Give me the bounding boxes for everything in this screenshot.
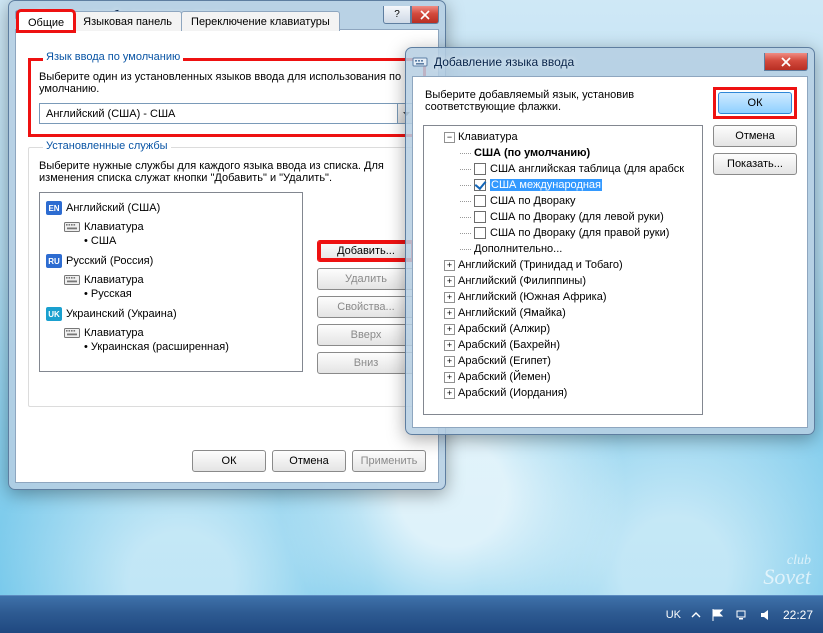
tree-default-layout[interactable]: США (по умолчанию)	[428, 145, 703, 161]
titlebar[interactable]: Добавление языка ввода	[406, 48, 814, 76]
close-icon	[780, 57, 792, 67]
service-language[interactable]: ENАнглийский (США)	[46, 200, 296, 216]
tree-language-item[interactable]: +Арабский (Йемен)	[428, 369, 703, 385]
tray-language[interactable]: UK	[666, 609, 681, 621]
tree-more[interactable]: Дополнительно...	[428, 241, 703, 257]
checkbox[interactable]	[474, 179, 486, 191]
add-button[interactable]: Добавить...	[317, 240, 415, 262]
tree-language-item[interactable]: +Арабский (Алжир)	[428, 321, 703, 337]
tray-chevron-icon[interactable]	[691, 608, 701, 622]
cancel-button[interactable]: Отмена	[272, 450, 346, 472]
show-button[interactable]: Показать...	[713, 153, 797, 175]
checkbox[interactable]	[474, 195, 486, 207]
tab-switch[interactable]: Переключение клавиатуры	[181, 11, 340, 31]
service-layout[interactable]: Русская	[84, 288, 296, 303]
default-language-value: Английский (США) - США	[40, 108, 397, 120]
checkbox[interactable]	[474, 227, 486, 239]
tree-language-item[interactable]: +Английский (Филиппины)	[428, 273, 703, 289]
network-icon[interactable]	[735, 608, 749, 622]
service-language[interactable]: RUРусский (Россия)	[46, 253, 296, 269]
tab-langbar[interactable]: Языковая панель	[73, 11, 182, 31]
add-language-desc: Выберите добавляемый язык, установив соо…	[425, 89, 697, 113]
help-button[interactable]: ?	[383, 6, 411, 24]
close-button[interactable]	[411, 6, 439, 24]
add-language-window: Добавление языка ввода Выберите добавляе…	[405, 47, 815, 435]
services-desc: Выберите нужные службы для каждого языка…	[39, 160, 415, 184]
properties-button: Свойства...	[317, 296, 415, 318]
down-button: Вниз	[317, 352, 415, 374]
service-keyboard: Клавиатура	[64, 219, 296, 235]
ok-highlight: ОК	[713, 87, 797, 119]
taskbar[interactable]: UK 22:27	[0, 595, 823, 633]
default-language-group: Язык ввода по умолчанию Выберите один из…	[28, 58, 426, 137]
default-language-desc: Выберите один из установленных языков вв…	[39, 71, 415, 95]
close-icon	[420, 10, 430, 20]
lang-services-window: Языки и службы текстового ввода ? Общие …	[8, 0, 446, 490]
installed-services-tree[interactable]: ENАнглийский (США)КлавиатураСШАRUРусский…	[39, 192, 303, 372]
tabstrip: Общие Языковая панель Переключение клави…	[18, 11, 339, 31]
system-tray[interactable]: UK 22:27	[656, 608, 823, 622]
tree-layout-item[interactable]: США международная	[428, 177, 703, 193]
tree-language-item[interactable]: +Английский (Ямайка)	[428, 305, 703, 321]
flag-icon[interactable]	[711, 608, 725, 622]
checkbox[interactable]	[474, 163, 486, 175]
tree-language-item[interactable]: +Арабский (Иордания)	[428, 385, 703, 401]
ok-button[interactable]: ОК	[718, 92, 792, 114]
tree-layout-item[interactable]: США по Двораку (для правой руки)	[428, 225, 703, 241]
tree-layout-item[interactable]: США по Двораку	[428, 193, 703, 209]
ok-button[interactable]: ОК	[192, 450, 266, 472]
up-button: Вверх	[317, 324, 415, 346]
tree-language-item[interactable]: +Арабский (Египет)	[428, 353, 703, 369]
service-keyboard: Клавиатура	[64, 325, 296, 341]
window-title: Добавление языка ввода	[434, 55, 574, 69]
service-keyboard: Клавиатура	[64, 272, 296, 288]
tree-language-item[interactable]: +Английский (Южная Африка)	[428, 289, 703, 305]
group-title: Язык ввода по умолчанию	[43, 51, 183, 63]
sound-icon[interactable]	[759, 608, 773, 622]
tree-language-item[interactable]: +Арабский (Бахрейн)	[428, 337, 703, 353]
installed-services-group: Установленные службы Выберите нужные слу…	[28, 147, 426, 407]
service-language[interactable]: UKУкраинский (Украина)	[46, 306, 296, 322]
tree-layout-item[interactable]: США английская таблица (для арабск	[428, 161, 703, 177]
remove-button: Удалить	[317, 268, 415, 290]
close-button[interactable]	[764, 53, 808, 71]
tree-layout-item[interactable]: США по Двораку (для левой руки)	[428, 209, 703, 225]
desktop: Языки и службы текстового ввода ? Общие …	[0, 0, 823, 633]
service-layout[interactable]: Украинская (расширенная)	[84, 341, 296, 356]
group-title: Установленные службы	[43, 140, 171, 152]
checkbox[interactable]	[474, 211, 486, 223]
cancel-button[interactable]: Отмена	[713, 125, 797, 147]
apply-button: Применить	[352, 450, 426, 472]
tab-general[interactable]: Общие	[18, 11, 74, 31]
tree-language-item[interactable]: +Английский (Тринидад и Тобаго)	[428, 257, 703, 273]
language-tree[interactable]: −КлавиатураСША (по умолчанию)США английс…	[423, 125, 703, 415]
default-language-combo[interactable]: Английский (США) - США	[39, 103, 415, 124]
keyboard-icon	[412, 54, 428, 70]
tray-clock[interactable]: 22:27	[783, 608, 813, 622]
tree-root[interactable]: −Клавиатура	[428, 129, 703, 145]
watermark: club Sovet	[763, 555, 811, 587]
service-layout[interactable]: США	[84, 235, 296, 250]
